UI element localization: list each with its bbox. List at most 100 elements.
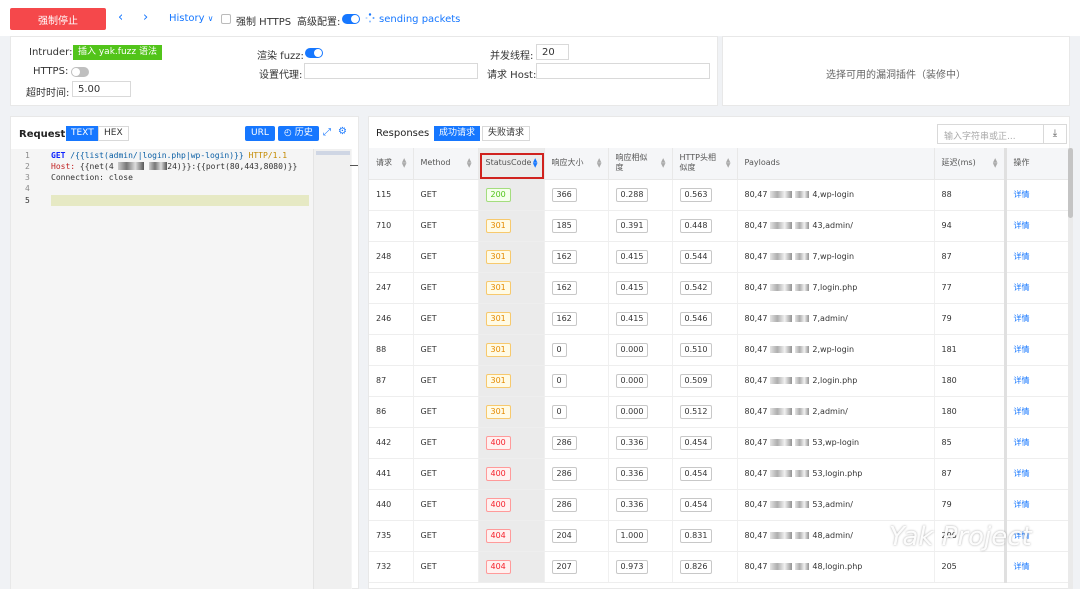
- status-badge: 301: [485, 311, 511, 326]
- text-tab[interactable]: TEXT: [66, 126, 99, 141]
- cell-similarity: 0.415: [608, 303, 673, 335]
- table-row[interactable]: 247 GET 301 162 0.415 0.542 80,47 7,login.php 77…: [369, 272, 1069, 304]
- cell-method: GET: [413, 458, 479, 490]
- method-value: GET: [420, 314, 437, 323]
- insert-fuzz-tag[interactable]: 插入 yak.fuzz 语法: [73, 45, 162, 60]
- table-row[interactable]: 732 GET 404 207 0.973 0.826 80,47 48,login.php 2…: [369, 551, 1069, 583]
- request-editor[interactable]: 1 2 3 4 5 GET /{{list(admin/|login.php|w…: [11, 149, 352, 589]
- download-icon[interactable]: ⤓: [1043, 124, 1067, 144]
- cell-similarity: 0.288: [608, 179, 673, 211]
- table-row[interactable]: 88 GET 301 0 0.000 0.510 80,47 2,wp-login 181 详情: [369, 334, 1069, 366]
- cell-similarity: 0.973: [608, 551, 673, 583]
- cell-header-similarity: 0.454: [672, 427, 738, 459]
- plugin-selector[interactable]: 选择可用的漏洞插件（装修中）: [722, 36, 1070, 106]
- chevron-left-icon[interactable]: ‹: [118, 11, 123, 25]
- expand-icon[interactable]: ⤢: [323, 127, 331, 138]
- column-header-label: 操作: [1013, 158, 1030, 168]
- method-value: GET: [420, 562, 437, 571]
- force-stop-button[interactable]: 强制停止: [10, 8, 106, 30]
- detail-link[interactable]: 详情: [1014, 252, 1030, 261]
- host-input[interactable]: [536, 63, 710, 79]
- column-header-size[interactable]: 响应大小 ▲ ▼: [544, 148, 609, 180]
- line-number: 5: [25, 196, 30, 205]
- column-header-similarity[interactable]: 响应相似度 ▲ ▼: [608, 148, 673, 180]
- detail-link[interactable]: 详情: [1014, 314, 1030, 323]
- payload-prefix: 80,47: [744, 562, 768, 571]
- code-line-3: Connection: close: [51, 173, 133, 182]
- cell-method: GET: [413, 210, 479, 242]
- delay-value: 181: [941, 345, 957, 354]
- proxy-input[interactable]: [304, 63, 478, 79]
- detail-link[interactable]: 详情: [1014, 562, 1030, 571]
- history-button[interactable]: ◴ 历史: [278, 126, 319, 141]
- sort-icon: ▲ ▼: [466, 157, 472, 169]
- chevron-right-icon[interactable]: ›: [143, 11, 148, 25]
- editor-minimap[interactable]: [313, 149, 351, 589]
- detail-link[interactable]: 详情: [1014, 407, 1030, 416]
- cell-status: 404: [478, 520, 545, 552]
- host-header-key: Host:: [51, 162, 76, 171]
- table-row[interactable]: 440 GET 400 286 0.336 0.454 80,47 53,admin/79 详情: [369, 489, 1069, 521]
- cell-size: 207: [544, 551, 609, 583]
- cell-status: 400: [478, 489, 545, 521]
- table-row[interactable]: 710 GET 301 185 0.391 0.448 80,47 43,admin/94 详情: [369, 210, 1069, 242]
- table-row[interactable]: 87 GET 301 0 0.000 0.509 80,47 2,login.php 180 详情: [369, 365, 1069, 397]
- render-fuzz-toggle[interactable]: [305, 48, 323, 58]
- cell-status: 301: [478, 241, 545, 273]
- detail-link[interactable]: 详情: [1014, 283, 1030, 292]
- table-row[interactable]: 115 GET 200 366 0.288 0.563 80,47 4,wp-login 88 详…: [369, 179, 1069, 211]
- similarity-value: 0.288: [615, 187, 649, 202]
- payload-prefix: 80,47: [744, 438, 768, 447]
- redacted-block: [770, 377, 793, 384]
- detail-link[interactable]: 详情: [1014, 345, 1030, 354]
- threads-input[interactable]: 20: [536, 44, 569, 60]
- cell-header-similarity: 0.826: [672, 551, 738, 583]
- https-toggle[interactable]: [71, 67, 89, 77]
- table-row[interactable]: 246 GET 301 162 0.415 0.546 80,47 7,admin/79 详情: [369, 303, 1069, 335]
- method-value: GET: [420, 345, 437, 354]
- column-header-delay[interactable]: 延迟(ms) ▲ ▼: [934, 148, 1006, 180]
- redacted-block: [770, 191, 793, 198]
- detail-link[interactable]: 详情: [1014, 221, 1030, 230]
- cell-status: 301: [478, 396, 545, 428]
- gear-icon[interactable]: ⚙: [338, 126, 347, 137]
- column-header-header-similarity[interactable]: HTTP头相似度 ▲ ▼: [672, 148, 738, 180]
- table-row[interactable]: 441 GET 400 286 0.336 0.454 80,47 53,login.php 8…: [369, 458, 1069, 490]
- method-value: GET: [420, 531, 437, 540]
- detail-link[interactable]: 详情: [1014, 376, 1030, 385]
- cell-status: 400: [478, 458, 545, 490]
- advanced-config-toggle[interactable]: [342, 14, 360, 24]
- payload-suffix: 2,admin/: [812, 407, 848, 416]
- payload-prefix: 80,47: [744, 469, 768, 478]
- failed-requests-tab[interactable]: 失败请求: [482, 126, 531, 141]
- responses-scrollbar[interactable]: [1068, 148, 1073, 589]
- hex-tab[interactable]: HEX: [98, 126, 129, 141]
- redacted-block: [795, 501, 810, 508]
- scrollbar-thumb[interactable]: [1068, 148, 1073, 218]
- cell-method: GET: [413, 520, 479, 552]
- history-dropdown[interactable]: History ∨: [169, 13, 213, 24]
- column-header-payloads[interactable]: Payloads: [737, 148, 935, 180]
- table-row[interactable]: 442 GET 400 286 0.336 0.454 80,47 53,wp-login 85…: [369, 427, 1069, 459]
- url-button[interactable]: URL: [245, 126, 275, 141]
- detail-link[interactable]: 详情: [1014, 469, 1030, 478]
- header-similarity-value: 0.512: [679, 404, 713, 419]
- detail-link[interactable]: 详情: [1014, 438, 1030, 447]
- cell-payloads: 80,47 48,login.php: [737, 551, 935, 583]
- force-https-checkbox[interactable]: [221, 14, 231, 24]
- search-input[interactable]: 输入字符串或正...: [937, 124, 1044, 144]
- detail-link[interactable]: 详情: [1014, 190, 1030, 199]
- success-requests-tab[interactable]: 成功请求: [434, 126, 481, 141]
- cell-size: 204: [544, 520, 609, 552]
- column-header-method[interactable]: Method ▲ ▼: [413, 148, 479, 180]
- cell-delay: 87: [934, 241, 1006, 273]
- redacted-block: [770, 532, 793, 539]
- timeout-input[interactable]: 5.00: [72, 81, 131, 97]
- payload-prefix: 80,47: [744, 221, 768, 230]
- column-header-id[interactable]: 请求 ▲ ▼: [369, 148, 414, 180]
- size-value: 162: [551, 249, 577, 264]
- cell-payloads: 80,47 53,wp-login: [737, 427, 935, 459]
- table-row[interactable]: 86 GET 301 0 0.000 0.512 80,47 2,admin/180 详情: [369, 396, 1069, 428]
- detail-link[interactable]: 详情: [1014, 500, 1030, 509]
- table-row[interactable]: 248 GET 301 162 0.415 0.544 80,47 7,wp-login 87 详…: [369, 241, 1069, 273]
